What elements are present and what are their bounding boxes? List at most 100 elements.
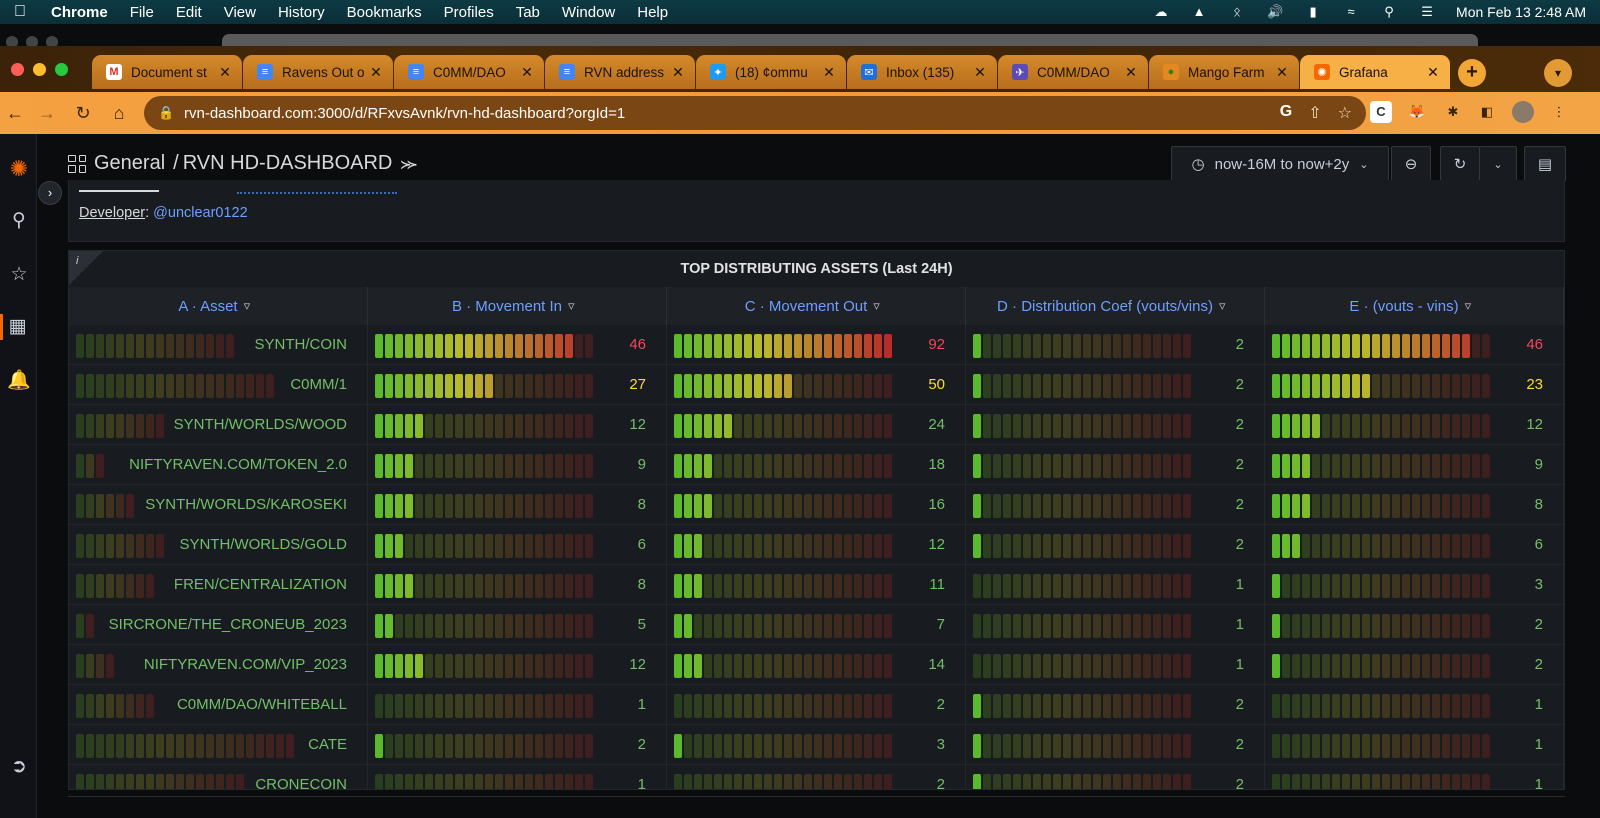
cell-col-vouts-minus-vins[interactable]: 8: [1265, 485, 1564, 525]
cell-col-vouts-minus-vins[interactable]: 12: [1265, 405, 1564, 445]
breadcrumb-general[interactable]: General: [94, 152, 165, 175]
address-url[interactable]: rvn-dashboard.com:3000/d/RFxvsAvnk/rvn-h…: [184, 105, 625, 122]
refresh-interval-button[interactable]: ⌄: [1479, 146, 1517, 182]
cell-asset[interactable]: CRONECOIN: [69, 765, 368, 789]
close-tab-icon[interactable]: ✕: [218, 64, 232, 81]
panel-title[interactable]: TOP DISTRIBUTING ASSETS (Last 24H): [69, 261, 1564, 277]
menu-clock[interactable]: Mon Feb 13 2:48 AM: [1456, 4, 1586, 20]
expand-sidebar-button[interactable]: ›: [38, 181, 62, 205]
refresh-button[interactable]: ↻: [1440, 146, 1480, 182]
sign-out-icon[interactable]: ➲: [6, 754, 32, 780]
spotlight-search-icon[interactable]: ⚲: [1380, 5, 1398, 19]
header-col-distribution-coef[interactable]: D · Distribution Coef (vouts/vins) ▿: [966, 287, 1265, 325]
cell-col-vouts-minus-vins[interactable]: 23: [1265, 365, 1564, 405]
reload-icon[interactable]: ↻: [70, 100, 96, 126]
dashboards-grid-icon[interactable]: ▦: [0, 314, 32, 340]
cell-col-distribution-coef[interactable]: 2: [966, 685, 1265, 725]
cell-col-distribution-coef[interactable]: 2: [966, 365, 1265, 405]
cell-col-distribution-coef[interactable]: 2: [966, 485, 1265, 525]
tab-9[interactable]: ✺ Grafana ✕: [1300, 55, 1450, 89]
search-icon[interactable]: ⚲: [6, 208, 32, 234]
minimize-window-button[interactable]: [33, 63, 46, 76]
cell-asset[interactable]: SIRCRONE/THE_CRONEUB_2023: [69, 605, 368, 645]
alerting-bell-icon[interactable]: 🔔: [6, 368, 32, 394]
cell-col-movement-out[interactable]: 12: [667, 525, 966, 565]
cell-col-movement-in[interactable]: 8: [368, 485, 667, 525]
tab-3[interactable]: ≡ C0MM/DAO ✕: [394, 55, 544, 89]
close-tab-icon[interactable]: ✕: [973, 64, 987, 81]
cell-col-vouts-minus-vins[interactable]: 1: [1265, 725, 1564, 765]
cell-col-movement-out[interactable]: 24: [667, 405, 966, 445]
starred-star-icon[interactable]: ☆: [6, 262, 32, 288]
bookmark-star-icon[interactable]: ☆: [1338, 103, 1352, 123]
tab-7[interactable]: ✈ C0MM/DAO ✕: [998, 55, 1148, 89]
time-range-picker[interactable]: ◷ now-16M to now+2y ⌄: [1171, 146, 1389, 182]
google-lens-icon[interactable]: G: [1280, 103, 1292, 123]
cell-col-vouts-minus-vins[interactable]: 3: [1265, 565, 1564, 605]
metamask-fox-icon[interactable]: 🦊: [1406, 101, 1428, 123]
cell-col-distribution-coef[interactable]: 2: [966, 405, 1265, 445]
cell-asset[interactable]: SYNTH/WORLDS/KAROSEKI: [69, 485, 368, 525]
cell-col-movement-out[interactable]: 11: [667, 565, 966, 605]
header-col-vouts-minus-vins[interactable]: E · (vouts - vins) ▿: [1265, 287, 1564, 325]
cell-asset[interactable]: NIFTYRAVEN.COM/VIP_2023: [69, 645, 368, 685]
profile-avatar[interactable]: [1512, 101, 1534, 123]
close-tab-icon[interactable]: ✕: [671, 64, 685, 81]
share-dashboard-icon[interactable]: ⪼: [400, 153, 417, 174]
cell-col-movement-out[interactable]: 50: [667, 365, 966, 405]
header-col-asset[interactable]: A · Asset ▿: [69, 287, 368, 325]
cell-col-vouts-minus-vins[interactable]: 2: [1265, 645, 1564, 685]
cell-col-movement-out[interactable]: 14: [667, 645, 966, 685]
home-icon[interactable]: ⌂: [106, 100, 132, 126]
close-tab-icon[interactable]: ✕: [822, 64, 836, 81]
lock-icon[interactable]: 🔒: [158, 105, 180, 121]
cell-col-vouts-minus-vins[interactable]: 1: [1265, 765, 1564, 789]
cell-asset[interactable]: SYNTH/COIN: [69, 325, 368, 365]
zoom-window-button[interactable]: [55, 63, 68, 76]
menu-bookmarks[interactable]: Bookmarks: [336, 4, 433, 21]
cell-col-movement-out[interactable]: 7: [667, 605, 966, 645]
back-arrow-icon[interactable]: ←: [2, 100, 28, 126]
backup-icon[interactable]: ▲: [1190, 5, 1208, 19]
cell-col-distribution-coef[interactable]: 1: [966, 565, 1265, 605]
grafana-logo-icon[interactable]: ✺: [6, 156, 32, 182]
cell-col-movement-out[interactable]: 2: [667, 765, 966, 789]
close-tab-icon[interactable]: ✕: [520, 64, 534, 81]
close-tab-icon[interactable]: ✕: [1124, 64, 1138, 81]
filter-icon[interactable]: ▿: [1219, 299, 1233, 313]
cell-col-movement-in[interactable]: 9: [368, 445, 667, 485]
tab-1[interactable]: M Document st ✕: [92, 55, 242, 89]
control-center-icon[interactable]: ☰: [1418, 5, 1436, 19]
cell-col-distribution-coef[interactable]: 2: [966, 445, 1265, 485]
cell-col-distribution-coef[interactable]: 2: [966, 725, 1265, 765]
filter-icon[interactable]: ▿: [873, 299, 887, 313]
dashboard-title[interactable]: RVN HD-DASHBOARD: [183, 152, 393, 175]
cell-col-movement-in[interactable]: 12: [368, 405, 667, 445]
cell-asset[interactable]: NIFTYRAVEN.COM/TOKEN_2.0: [69, 445, 368, 485]
share-icon[interactable]: ⇧: [1308, 103, 1321, 123]
close-tab-icon[interactable]: ✕: [1275, 64, 1289, 81]
menu-file[interactable]: File: [119, 4, 165, 21]
creative-cloud-icon[interactable]: ☁: [1152, 5, 1170, 19]
filter-icon[interactable]: ▿: [568, 299, 582, 313]
address-bar[interactable]: 🔒 rvn-dashboard.com:3000/d/RFxvsAvnk/rvn…: [144, 96, 1366, 130]
cell-col-vouts-minus-vins[interactable]: 6: [1265, 525, 1564, 565]
cell-col-movement-in[interactable]: 1: [368, 685, 667, 725]
cell-col-movement-in[interactable]: 2: [368, 725, 667, 765]
menu-tab[interactable]: Tab: [505, 4, 551, 21]
new-tab-button[interactable]: +: [1458, 59, 1486, 87]
tab-2[interactable]: ≡ Ravens Out o ✕: [243, 55, 393, 89]
menu-window[interactable]: Window: [551, 4, 626, 21]
developer-link[interactable]: @unclear0122: [153, 205, 248, 221]
cell-col-movement-out[interactable]: 92: [667, 325, 966, 365]
menu-edit[interactable]: Edit: [165, 4, 213, 21]
cell-asset[interactable]: FREN/CENTRALIZATION: [69, 565, 368, 605]
cell-col-distribution-coef[interactable]: 1: [966, 645, 1265, 685]
filter-icon[interactable]: ▿: [244, 299, 258, 313]
menu-help[interactable]: Help: [626, 4, 679, 21]
close-tab-icon[interactable]: ✕: [1426, 64, 1440, 81]
bluetooth-icon[interactable]: ᛟ: [1228, 5, 1246, 19]
tv-mode-button[interactable]: ▤: [1524, 146, 1566, 182]
cell-col-movement-in[interactable]: 1: [368, 765, 667, 789]
zoom-out-button[interactable]: ⊖: [1391, 146, 1431, 182]
